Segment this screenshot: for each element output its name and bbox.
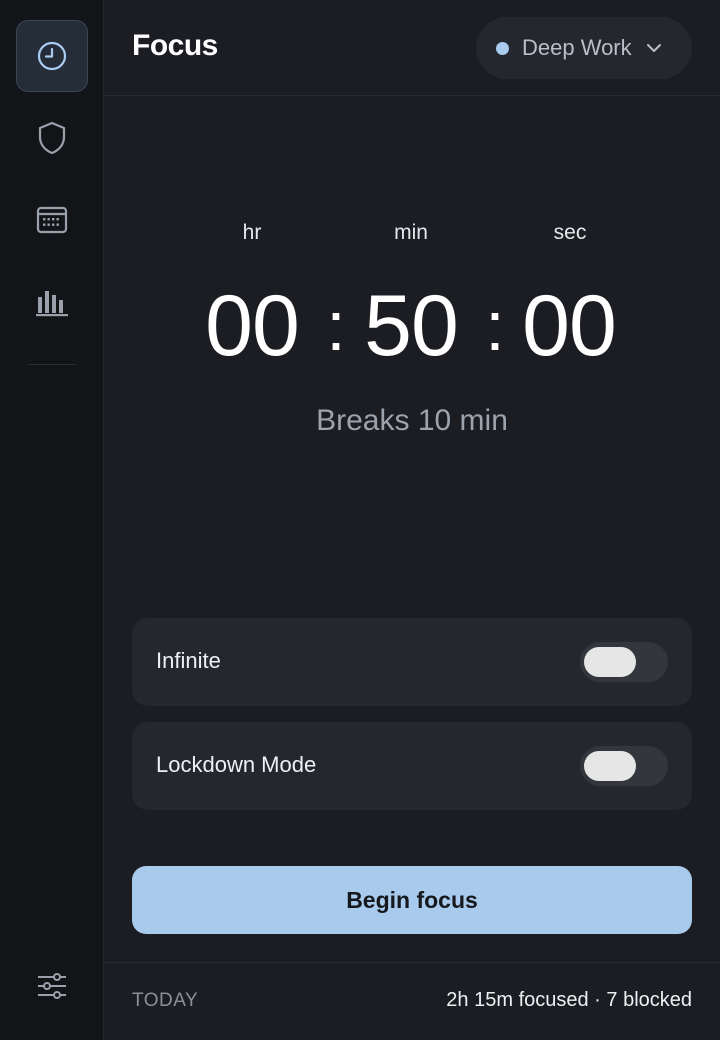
sidebar-item-schedule[interactable] — [16, 184, 88, 256]
focus-app: Focus Deep Work hr min sec 00 : 50 : 00 … — [0, 0, 720, 1040]
chevron-down-icon — [646, 43, 662, 53]
sidebar-item-stats[interactable] — [16, 266, 88, 338]
hours-unit-label: hr — [242, 221, 262, 244]
sidebar — [0, 0, 104, 1040]
bar-chart-icon — [35, 287, 69, 317]
lockdown-toggle[interactable] — [580, 746, 668, 786]
seconds-value[interactable]: 00 — [499, 276, 639, 376]
seconds-unit-label: sec — [553, 221, 587, 244]
page-title: Focus — [132, 29, 218, 62]
infinite-toggle[interactable] — [580, 642, 668, 682]
calendar-icon — [36, 205, 68, 235]
infinite-label: Infinite — [156, 648, 221, 673]
toggle-knob — [584, 751, 636, 781]
header: Focus Deep Work — [104, 0, 720, 96]
minutes-value[interactable]: 50 — [341, 276, 481, 376]
clock-icon — [36, 40, 68, 72]
mode-status-dot — [496, 41, 509, 55]
mode-label: Deep Work — [522, 35, 632, 60]
toggle-knob — [584, 647, 636, 677]
sidebar-divider — [28, 364, 76, 365]
footer-period: TODAY — [132, 990, 199, 1011]
sidebar-item-blocklist[interactable] — [16, 102, 88, 174]
lockdown-label: Lockdown Mode — [156, 752, 317, 777]
begin-focus-button[interactable]: Begin focus — [132, 866, 692, 934]
sidebar-item-timer[interactable] — [16, 20, 88, 92]
footer: TODAY 2h 15m focused · 7 blocked — [104, 962, 720, 1040]
settings-button[interactable] — [16, 950, 88, 1022]
sliders-icon — [36, 972, 68, 1000]
main-panel: Focus Deep Work hr min sec 00 : 50 : 00 … — [104, 0, 720, 1040]
mode-select[interactable]: Deep Work — [476, 17, 692, 79]
shield-icon — [37, 121, 67, 155]
minutes-unit-label: min — [394, 221, 428, 244]
lockdown-option-row[interactable]: Lockdown Mode — [132, 722, 692, 810]
breaks-setting[interactable]: Breaks 10 min — [104, 404, 720, 438]
hours-value[interactable]: 00 — [182, 276, 322, 376]
infinite-option-row[interactable]: Infinite — [132, 618, 692, 706]
footer-summary: 2h 15m focused · 7 blocked — [446, 989, 692, 1011]
